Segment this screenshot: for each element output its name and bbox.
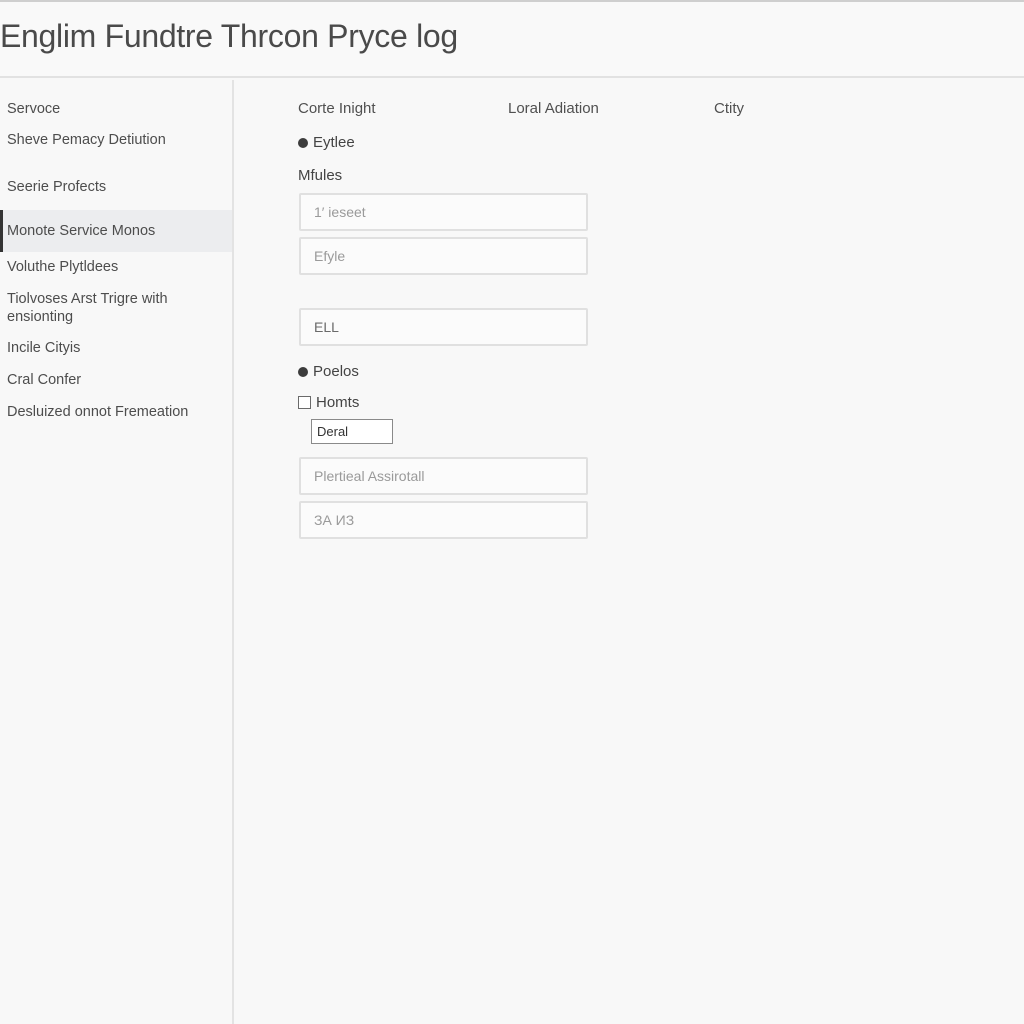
column-header-ctity[interactable]: Ctity: [714, 100, 744, 117]
main-panel: Corte Inight Loral Adiation Ctity Eytlee…: [236, 80, 1024, 1024]
sidebar-item-monote-service[interactable]: Monote Service Monos: [0, 210, 232, 252]
section-label-mfules: Mfules: [298, 167, 343, 184]
radio-eytlee[interactable]: Eytlee: [298, 134, 355, 151]
small-input-value: Deral: [317, 424, 349, 439]
window-title: Englim Fundtre Thrcon Pryce log: [0, 18, 458, 54]
text-field-4-value: Plertieal Assirotall: [314, 468, 425, 484]
text-field-4[interactable]: Plertieal Assirotall: [299, 457, 588, 495]
sidebar-item-desluized[interactable]: Desluized onnot Fremeation: [0, 403, 232, 421]
sidebar: Servoce Sheve Pemacy Detiution Seerie Pr…: [0, 80, 234, 1024]
radio-selected-icon: [298, 366, 308, 377]
sidebar-item-sheve-pemacy[interactable]: Sheve Pemacy Detiution: [0, 131, 232, 149]
text-field-2-value: Efyle: [314, 248, 346, 264]
sidebar-item-incile-cityis[interactable]: Incile Cityis: [0, 339, 232, 357]
app-window: Englim Fundtre Thrcon Pryce log Servoce …: [0, 0, 1024, 1024]
sidebar-item-tiolvoses[interactable]: Tiolvoses Arst Trigre with ensionting: [0, 290, 200, 326]
title-bar: Englim Fundtre Thrcon Pryce log: [0, 2, 1024, 78]
small-input-deral[interactable]: Deral: [311, 419, 393, 444]
text-field-5[interactable]: ЗА ИЗ: [299, 501, 588, 539]
text-field-3-value: ELL: [314, 319, 339, 335]
text-field-1[interactable]: 1′ ieseet: [299, 193, 588, 231]
text-field-3[interactable]: ELL: [299, 308, 588, 346]
checkbox-homts[interactable]: Homts: [298, 394, 359, 411]
text-field-5-value: ЗА ИЗ: [314, 512, 355, 528]
checkbox-homts-label: Homts: [316, 394, 360, 411]
radio-poelos-label: Poelos: [313, 363, 359, 380]
radio-eytlee-label: Eytlee: [313, 134, 355, 151]
column-header-corte-inight[interactable]: Corte Inight: [298, 100, 376, 117]
sidebar-item-cral-confer[interactable]: Cral Confer: [0, 371, 232, 389]
column-header-loral-adiation[interactable]: Loral Adiation: [508, 100, 599, 117]
text-field-1-value: 1′ ieseet: [314, 204, 366, 220]
radio-selected-icon: [298, 137, 308, 148]
sidebar-item-servoce[interactable]: Servoce: [0, 100, 232, 118]
text-field-2[interactable]: Efyle: [299, 237, 588, 275]
radio-poelos[interactable]: Poelos: [298, 363, 359, 380]
checkbox-unchecked-icon: [298, 396, 311, 409]
sidebar-item-seerie-profects[interactable]: Seerie Profects: [0, 178, 232, 196]
sidebar-item-voluthe[interactable]: Voluthe Plytldees: [0, 258, 232, 276]
